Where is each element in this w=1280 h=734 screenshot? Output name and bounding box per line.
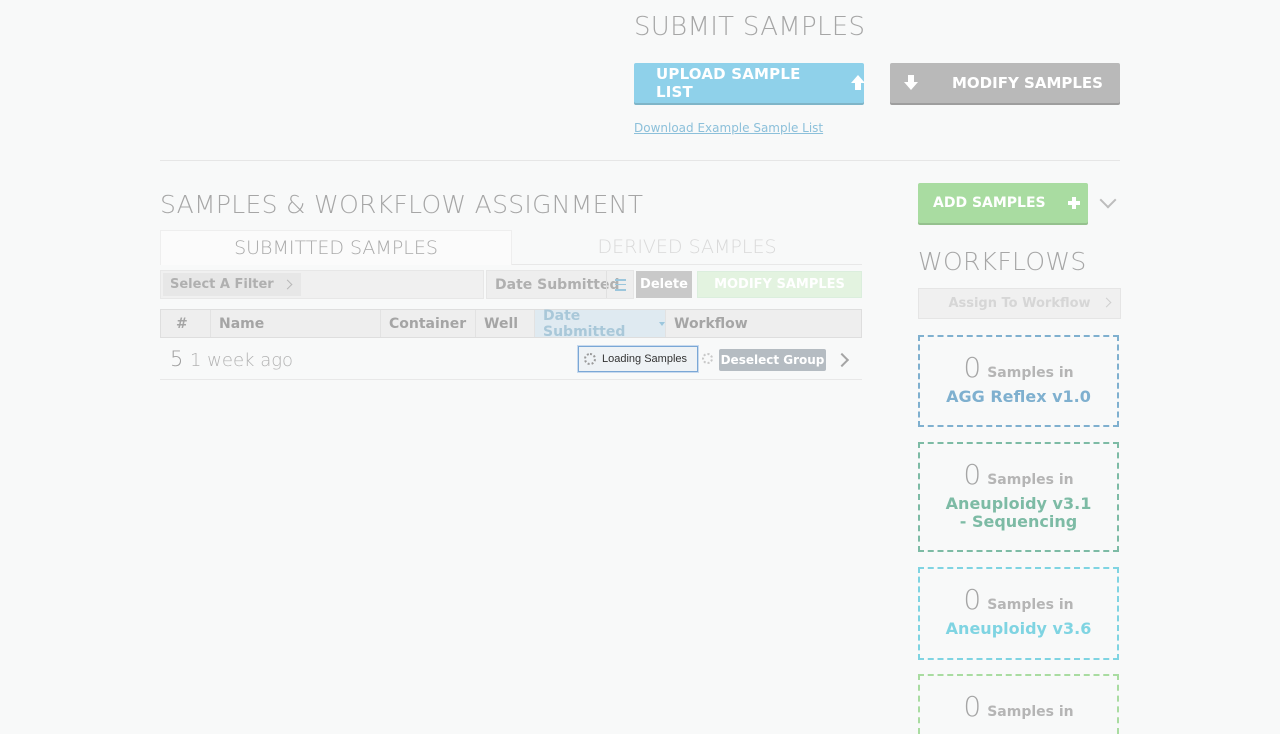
samples-in-label: Samples in bbox=[987, 365, 1074, 381]
column-header-number[interactable]: # bbox=[161, 310, 211, 337]
table-header: # Name Container Well Date Submitted Wor… bbox=[160, 307, 862, 340]
column-header-name[interactable]: Name bbox=[211, 310, 381, 337]
modify-samples-table-button[interactable]: MODIFY SAMPLES bbox=[697, 271, 862, 298]
group-date: 1 week ago bbox=[190, 350, 294, 371]
column-header-well[interactable]: Well bbox=[476, 310, 535, 337]
loading-samples-indicator: Loading Samples bbox=[578, 346, 698, 372]
workflow-sample-count: 0 bbox=[963, 458, 982, 491]
download-example-link[interactable]: Download Example Sample List bbox=[634, 121, 823, 135]
workflow-card[interactable]: 0 Samples in bbox=[918, 674, 1119, 734]
delete-button[interactable]: Delete bbox=[636, 271, 692, 298]
workflow-sample-count: 0 bbox=[963, 351, 982, 384]
samples-in-label: Samples in bbox=[987, 472, 1074, 488]
group-count: 5 bbox=[170, 347, 184, 371]
workflows-title: WORKFLOWS bbox=[918, 247, 1087, 276]
column-header-workflow[interactable]: Workflow bbox=[666, 310, 861, 337]
sort-select[interactable]: Date Submitted bbox=[486, 270, 634, 299]
filter-placeholder: Select A Filter bbox=[170, 277, 274, 292]
workflow-sample-count: 0 bbox=[963, 583, 982, 616]
upload-sample-list-button[interactable]: UPLOAD SAMPLE LIST bbox=[634, 63, 865, 103]
deselect-group-button[interactable]: Deselect Group bbox=[719, 349, 826, 371]
samples-tabs: SUBMITTED SAMPLES DERIVED SAMPLES bbox=[160, 230, 862, 265]
modify-button-label: MODIFY SAMPLES bbox=[952, 74, 1103, 92]
tab-derived-samples[interactable]: DERIVED SAMPLES bbox=[512, 230, 862, 264]
add-samples-button[interactable]: ADD SAMPLES bbox=[918, 183, 1088, 223]
workflow-card[interactable]: 0 Samples in AGG Reflex v1.0 bbox=[918, 335, 1119, 427]
modify-samples-button[interactable]: MODIFY SAMPLES bbox=[890, 63, 1120, 103]
assign-placeholder: Assign To Workflow bbox=[948, 296, 1091, 311]
workflow-card[interactable]: 0 Samples in Aneuploidy v3.1 - Sequencing bbox=[918, 442, 1119, 552]
sample-group-row[interactable]: 5 1 week ago Loading Samples Deselect Gr… bbox=[160, 341, 862, 380]
sort-caret-icon bbox=[659, 321, 665, 326]
chevron-right-icon bbox=[282, 279, 293, 290]
sort-order-toggle[interactable] bbox=[606, 271, 633, 298]
loading-text: Loading Samples bbox=[602, 353, 688, 365]
add-samples-label: ADD SAMPLES bbox=[933, 195, 1046, 211]
upload-button-label: UPLOAD SAMPLE LIST bbox=[656, 65, 801, 101]
samples-in-label: Samples in bbox=[987, 704, 1074, 720]
samples-in-label: Samples in bbox=[987, 597, 1074, 613]
column-header-container[interactable]: Container bbox=[381, 310, 476, 337]
spinner-icon bbox=[702, 353, 713, 364]
chevron-right-icon bbox=[1101, 297, 1112, 308]
workflow-name: AGG Reflex v1.0 bbox=[946, 387, 1091, 406]
filter-chip[interactable]: Select A Filter bbox=[163, 273, 301, 296]
column-header-date-submitted[interactable]: Date Submitted bbox=[535, 307, 666, 340]
filter-bar: Select A Filter Date Submitted Delete MO… bbox=[160, 270, 862, 299]
chevron-down-icon[interactable] bbox=[1099, 191, 1117, 209]
tab-submitted-samples[interactable]: SUBMITTED SAMPLES bbox=[160, 230, 512, 265]
chevron-right-icon[interactable] bbox=[834, 352, 850, 368]
workflow-name: Aneuploidy v3.6 bbox=[945, 619, 1092, 638]
arrow-down-icon bbox=[904, 75, 918, 91]
submit-samples-title: SUBMIT SAMPLES bbox=[634, 12, 866, 42]
spinner-icon bbox=[584, 353, 596, 365]
workflow-name: Aneuploidy v3.1 - Sequencing bbox=[945, 494, 1092, 531]
plus-icon bbox=[1067, 197, 1080, 209]
assign-to-workflow-select[interactable]: Assign To Workflow bbox=[918, 288, 1121, 319]
workflow-card[interactable]: 0 Samples in Aneuploidy v3.6 bbox=[918, 567, 1119, 660]
section-divider bbox=[160, 160, 1120, 161]
samples-workflow-title: SAMPLES & WORKFLOW ASSIGNMENT bbox=[160, 190, 644, 219]
arrow-up-icon bbox=[850, 75, 865, 91]
workflow-sample-count: 0 bbox=[963, 690, 982, 723]
column-header-date-label: Date Submitted bbox=[543, 307, 626, 340]
sort-lines-icon bbox=[614, 278, 626, 291]
filter-select[interactable]: Select A Filter bbox=[160, 270, 484, 299]
sort-select-value: Date Submitted bbox=[495, 276, 620, 293]
